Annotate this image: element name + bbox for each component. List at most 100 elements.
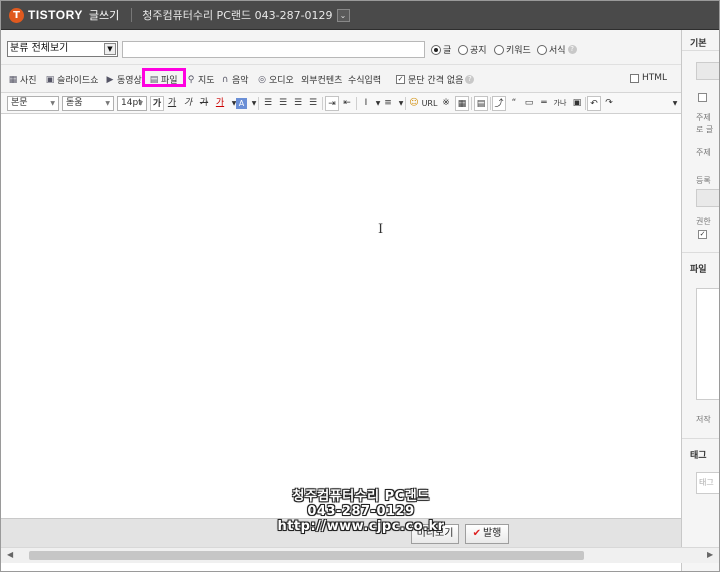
redo-icon[interactable]: ↷ bbox=[602, 96, 616, 111]
publish-button[interactable]: ✔ 발행 bbox=[465, 524, 509, 544]
korean-char-button[interactable]: 가나다 bbox=[551, 96, 569, 122]
indent-icon[interactable]: ⇥ bbox=[325, 96, 339, 111]
side-text-topic: 주제 bbox=[696, 113, 711, 122]
radio-notice-icon[interactable] bbox=[458, 44, 468, 55]
bold-button[interactable]: 가 bbox=[150, 96, 164, 111]
scroll-left-icon[interactable]: ◀ bbox=[7, 550, 13, 559]
quote-icon[interactable]: “ bbox=[507, 96, 521, 111]
help-icon[interactable]: ? bbox=[465, 75, 475, 84]
divider bbox=[356, 97, 357, 110]
attach-slideshow-button[interactable]: ▣ 슬라이드쇼 bbox=[45, 73, 99, 87]
type-radio-keyword[interactable]: 키워드 bbox=[494, 43, 531, 56]
align-center-icon[interactable]: ☰ bbox=[276, 96, 290, 111]
type-label-template: 서식 bbox=[549, 46, 566, 56]
align-justify-icon[interactable]: ☰ bbox=[306, 96, 320, 111]
type-radio-post[interactable]: 글 bbox=[431, 43, 451, 56]
code-block-icon[interactable]: ▭ bbox=[522, 96, 536, 111]
underline-button[interactable]: 가 bbox=[165, 96, 179, 111]
radio-post-icon[interactable] bbox=[431, 44, 441, 55]
side-date-box[interactable] bbox=[696, 189, 719, 207]
side-text-permission: 권한 bbox=[696, 217, 711, 226]
align-right-icon[interactable]: ☰ bbox=[291, 96, 305, 111]
audio-icon: ◎ bbox=[258, 74, 266, 85]
align-left-icon[interactable]: ☰ bbox=[261, 96, 275, 111]
attach-external-label: 외부컨텐츠 bbox=[301, 76, 343, 86]
side-checkbox[interactable] bbox=[698, 93, 707, 102]
tistory-logo-text: TISTORY bbox=[28, 8, 83, 22]
attach-formula-button[interactable]: 수식입력 bbox=[348, 73, 381, 86]
special-char-icon[interactable]: ※ bbox=[439, 96, 453, 111]
divider bbox=[585, 97, 586, 110]
watermark-line-2: 043-287-0129 bbox=[307, 504, 415, 519]
html-mode-toggle[interactable]: HTML bbox=[630, 73, 667, 83]
side-permission-checkbox[interactable]: ✓ bbox=[698, 230, 707, 239]
top-bar: T TISTORY 글쓰기 청주컴퓨터수리 PC랜드 043-287-0129 … bbox=[1, 1, 719, 30]
editor-content-area[interactable]: I bbox=[1, 114, 681, 518]
divider bbox=[682, 252, 719, 253]
photo-icon: ▦ bbox=[8, 74, 18, 85]
font-color-button[interactable]: 가 bbox=[213, 96, 227, 111]
scroll-right-icon[interactable]: ▶ bbox=[707, 550, 713, 559]
paragraph-spacing-checkbox[interactable]: ✓ bbox=[396, 75, 405, 84]
check-icon: ✔ bbox=[472, 528, 481, 539]
type-radio-notice[interactable]: 공지 bbox=[458, 43, 487, 56]
html-checkbox[interactable] bbox=[630, 73, 639, 83]
font-family-select[interactable]: 돋움 ▼ bbox=[62, 96, 114, 111]
chevron-down-icon: ▼ bbox=[105, 100, 110, 107]
attach-music-button[interactable]: ∩ 음악 bbox=[220, 73, 249, 87]
undo-icon[interactable]: ↶ bbox=[587, 96, 601, 111]
blog-dropdown-button[interactable]: ⌄ bbox=[336, 8, 350, 22]
attach-slideshow-label: 슬라이드쇼 bbox=[57, 76, 99, 86]
box-icon[interactable]: ▤ bbox=[474, 96, 488, 111]
paragraph-spacing-option[interactable]: ✓ 문단 간격 없음 ? bbox=[396, 73, 475, 86]
side-panel: 기본 주제 로 글 주제 등록 권한 ✓ 파일 저작 태그 태그 bbox=[681, 30, 719, 571]
attach-map-button[interactable]: ⚲ 지도 bbox=[186, 73, 215, 87]
emoticon-icon[interactable]: ☺ bbox=[407, 96, 421, 111]
divider bbox=[682, 438, 719, 439]
font-size-select[interactable]: 14pt ▼ bbox=[117, 96, 147, 111]
side-text-copyright: 저작 bbox=[696, 415, 711, 424]
horizontal-scrollbar[interactable]: ◀ ▶ bbox=[1, 547, 719, 563]
chevron-down-icon[interactable]: ▼ bbox=[104, 43, 116, 55]
divider bbox=[471, 97, 472, 110]
attach-external-button[interactable]: 외부컨텐츠 bbox=[301, 73, 342, 86]
toolbar-expand-icon[interactable]: ▼ bbox=[668, 96, 682, 111]
post-meta-bar: 분류 전체보기 ▼ 글 공지 키워드 서식 ? bbox=[1, 30, 681, 65]
highlight-color-icon[interactable]: A bbox=[236, 98, 247, 109]
list-icon[interactable]: ≡ bbox=[381, 96, 395, 111]
side-field-box[interactable] bbox=[696, 62, 719, 80]
slideshow-icon: ▣ bbox=[45, 74, 55, 85]
strikethrough-button[interactable]: 가 bbox=[197, 96, 211, 111]
divider bbox=[258, 97, 259, 110]
more-icon[interactable]: ⤴ bbox=[492, 96, 506, 111]
scrollbar-thumb[interactable] bbox=[29, 551, 584, 560]
title-input[interactable] bbox=[122, 41, 425, 58]
table-icon[interactable]: ▦ bbox=[455, 96, 469, 111]
horizontal-line-icon[interactable]: ═ bbox=[537, 96, 551, 111]
url-link-button[interactable]: URL bbox=[421, 96, 438, 111]
side-file-list[interactable] bbox=[696, 288, 719, 400]
headphones-icon: ∩ bbox=[221, 74, 229, 85]
attach-toolbar: ▦ 사진 ▣ 슬라이드쇼 ▶ 동영상 ▤ 파일 ⚲ 지도 ∩ 음악 ◎ 오디오 … bbox=[1, 65, 681, 93]
divider bbox=[405, 97, 406, 110]
radio-template-icon[interactable] bbox=[537, 44, 547, 55]
type-label-notice: 공지 bbox=[470, 46, 487, 56]
help-icon[interactable]: ? bbox=[567, 45, 577, 54]
attach-photo-button[interactable]: ▦ 사진 bbox=[8, 73, 37, 87]
mode-label: 글쓰기 bbox=[88, 9, 120, 22]
attach-audio-button[interactable]: ◎ 오디오 bbox=[257, 73, 294, 87]
paragraph-style-select[interactable]: 본문 ▼ bbox=[7, 96, 59, 111]
attach-video-button[interactable]: ▶ 동영상 bbox=[105, 73, 142, 87]
category-select[interactable]: 분류 전체보기 ▼ bbox=[7, 41, 118, 57]
italic-button[interactable]: 가 bbox=[181, 96, 195, 111]
format-toolbar: 본문 ▼ 돋움 ▼ 14pt ▼ 가 가 가 가 가 ▼ A ▼ ☰ ☰ ☰ ☰… bbox=[1, 93, 682, 122]
outdent-icon[interactable]: ⇤ bbox=[340, 96, 354, 111]
radio-keyword-icon[interactable] bbox=[494, 44, 504, 55]
attach-formula-label: 수식입력 bbox=[348, 76, 382, 86]
clean-format-icon[interactable]: ▣ bbox=[570, 96, 584, 111]
side-tag-input[interactable]: 태그 bbox=[696, 472, 719, 494]
side-text-topic-sub: 로 글 bbox=[696, 125, 714, 134]
type-radio-template[interactable]: 서식 ? bbox=[537, 43, 577, 56]
blog-name: 청주컴퓨터수리 PC랜드 043-287-0129 bbox=[142, 9, 333, 22]
paragraph-spacing-label: 문단 간격 없음 bbox=[408, 76, 464, 86]
